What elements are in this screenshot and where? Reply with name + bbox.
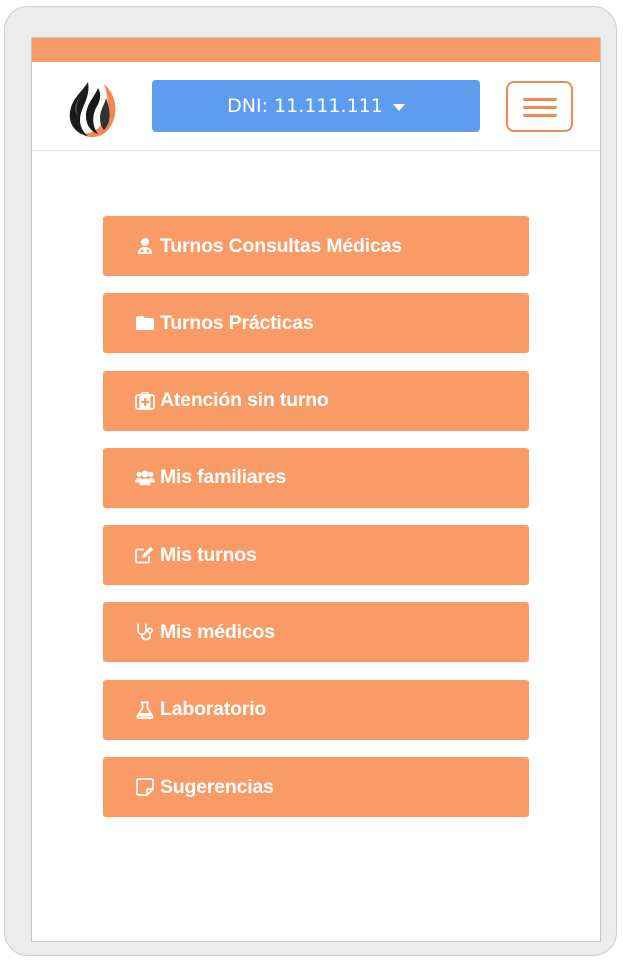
menu-item-atencion-sin-turno[interactable]: Atención sin turno (103, 370, 529, 431)
hamburger-line (523, 114, 557, 117)
menu-item-mis-medicos[interactable]: Mis médicos (103, 602, 529, 663)
menu-item-label: Atención sin turno (160, 389, 329, 412)
medkit-icon (135, 391, 155, 411)
menu-item-sugerencias[interactable]: Sugerencias (103, 757, 529, 818)
main-menu: Turnos Consultas Médicas Turnos Práctica… (103, 216, 529, 834)
menu-item-label: Turnos Consultas Médicas (160, 234, 402, 257)
device-frame: DNI: 11.111.111 Turnos Consultas Médicas… (4, 6, 617, 956)
dni-label: DNI: 11.111.111 (227, 95, 383, 117)
menu-item-label: Turnos Prácticas (160, 311, 314, 334)
navbar: DNI: 11.111.111 (32, 62, 600, 151)
menu-item-turnos-practicas[interactable]: Turnos Prácticas (103, 293, 529, 354)
menu-item-label: Laboratorio (160, 698, 267, 721)
flame-logo-icon[interactable] (58, 76, 122, 140)
menu-item-label: Mis familiares (160, 466, 287, 489)
menu-item-turnos-consultas[interactable]: Turnos Consultas Médicas (103, 216, 529, 276)
menu-item-mis-familiares[interactable]: Mis familiares (103, 447, 529, 508)
caret-down-icon (392, 103, 405, 111)
doctor-icon (135, 236, 155, 256)
hamburger-menu-button[interactable] (506, 81, 573, 132)
hamburger-line (523, 106, 557, 109)
hamburger-line (523, 98, 557, 101)
top-accent-bar (32, 38, 600, 62)
dni-dropdown-button[interactable]: DNI: 11.111.111 (152, 80, 480, 132)
menu-item-mis-turnos[interactable]: Mis turnos (103, 525, 529, 586)
menu-item-label: Mis turnos (160, 543, 257, 566)
menu-item-label: Mis médicos (160, 620, 275, 643)
menu-item-laboratorio[interactable]: Laboratorio (103, 679, 529, 740)
menu-item-label: Sugerencias (160, 775, 274, 798)
flask-icon (135, 700, 155, 720)
edit-icon (135, 545, 155, 565)
folder-icon (135, 313, 155, 333)
note-icon (135, 777, 155, 797)
app-screen: DNI: 11.111.111 Turnos Consultas Médicas… (31, 37, 601, 942)
users-icon (135, 468, 155, 488)
stethoscope-icon (135, 622, 155, 642)
